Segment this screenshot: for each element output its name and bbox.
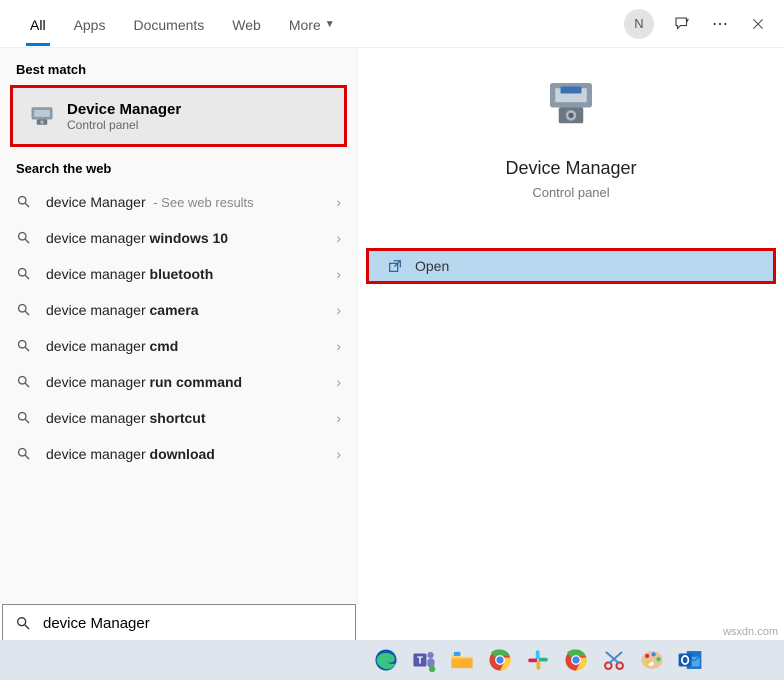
web-result-item[interactable]: device manager camera› [0, 292, 357, 328]
svg-text:T: T [417, 655, 423, 666]
tab-web[interactable]: Web [218, 3, 275, 45]
chevron-right-icon[interactable]: › [336, 230, 341, 246]
search-icon [16, 374, 32, 390]
web-result-label: device manager windows 10 [46, 230, 336, 246]
web-result-item[interactable]: device manager cmd› [0, 328, 357, 364]
search-icon [16, 302, 32, 318]
main: Best match Device Manager Control panel … [0, 48, 784, 604]
web-result-item[interactable]: device Manager - See web results› [0, 184, 357, 220]
more-icon[interactable] [710, 14, 730, 34]
header-actions: N [624, 9, 780, 39]
chevron-right-icon[interactable]: › [336, 302, 341, 318]
search-icon [16, 338, 32, 354]
search-bar[interactable] [2, 604, 356, 642]
tab-apps[interactable]: Apps [60, 3, 120, 45]
taskbar-explorer-icon[interactable] [446, 644, 478, 676]
web-result-item[interactable]: device manager bluetooth› [0, 256, 357, 292]
tab-label: Apps [74, 17, 106, 33]
web-result-label: device manager bluetooth [46, 266, 336, 282]
taskbar-teams-icon[interactable]: T [408, 644, 440, 676]
tab-label: All [30, 17, 46, 33]
web-result-item[interactable]: device manager download› [0, 436, 357, 472]
chevron-right-icon[interactable]: › [336, 338, 341, 354]
best-match-item[interactable]: Device Manager Control panel [10, 85, 347, 147]
open-button[interactable]: Open [366, 248, 776, 284]
taskbar-edge-icon[interactable] [370, 644, 402, 676]
web-result-label: device manager shortcut [46, 410, 336, 426]
tab-label: Web [232, 17, 261, 33]
search-input[interactable] [43, 615, 343, 632]
avatar-initial: N [634, 16, 643, 31]
tab-documents[interactable]: Documents [119, 3, 218, 45]
device-manager-icon [27, 101, 57, 131]
chevron-right-icon[interactable]: › [336, 194, 341, 210]
search-web-heading: Search the web [0, 147, 357, 184]
avatar[interactable]: N [624, 9, 654, 39]
chevron-right-icon[interactable]: › [336, 266, 341, 282]
open-icon [387, 258, 403, 274]
taskbar: T [0, 640, 784, 680]
search-icon [15, 615, 31, 631]
detail-subtitle: Control panel [532, 185, 609, 200]
web-result-item[interactable]: device manager windows 10› [0, 220, 357, 256]
detail-title: Device Manager [505, 158, 636, 179]
web-result-label: device Manager - See web results [46, 194, 336, 210]
web-result-item[interactable]: device manager run command› [0, 364, 357, 400]
taskbar-chrome-icon[interactable] [484, 644, 516, 676]
tab-label: Documents [133, 17, 204, 33]
watermark: wsxdn.com [723, 626, 778, 638]
header: All Apps Documents Web More ▼ N [0, 0, 784, 48]
taskbar-chrome2-icon[interactable] [560, 644, 592, 676]
chevron-down-icon: ▼ [325, 19, 335, 30]
search-icon [16, 266, 32, 282]
search-icon [16, 194, 32, 210]
feedback-icon[interactable] [672, 14, 692, 34]
detail-pane: Device Manager Control panel Open [358, 48, 784, 604]
taskbar-slack-icon[interactable] [522, 644, 554, 676]
tab-more[interactable]: More ▼ [275, 3, 349, 45]
web-results-list: device Manager - See web results›device … [0, 184, 357, 472]
tabs: All Apps Documents Web More ▼ [16, 3, 349, 45]
taskbar-snip-icon[interactable] [598, 644, 630, 676]
web-result-label: device manager camera [46, 302, 336, 318]
search-icon [16, 230, 32, 246]
chevron-right-icon[interactable]: › [336, 410, 341, 426]
chevron-right-icon[interactable]: › [336, 446, 341, 462]
tab-label: More [289, 17, 321, 33]
open-label: Open [415, 258, 449, 274]
web-result-item[interactable]: device manager shortcut› [0, 400, 357, 436]
search-icon [16, 446, 32, 462]
taskbar-outlook-icon[interactable] [674, 644, 706, 676]
best-match-heading: Best match [0, 48, 357, 85]
web-result-label: device manager run command [46, 374, 336, 390]
web-result-label: device manager cmd [46, 338, 336, 354]
tab-all[interactable]: All [16, 3, 60, 45]
best-match-subtitle: Control panel [67, 118, 181, 132]
web-result-label: device manager download [46, 446, 336, 462]
chevron-right-icon[interactable]: › [336, 374, 341, 390]
taskbar-paint-icon[interactable] [636, 644, 668, 676]
search-icon [16, 410, 32, 426]
best-match-text: Device Manager Control panel [67, 101, 181, 132]
close-icon[interactable] [748, 14, 768, 34]
results-pane: Best match Device Manager Control panel … [0, 48, 358, 604]
best-match-title: Device Manager [67, 101, 181, 118]
device-manager-icon-large [541, 74, 601, 134]
